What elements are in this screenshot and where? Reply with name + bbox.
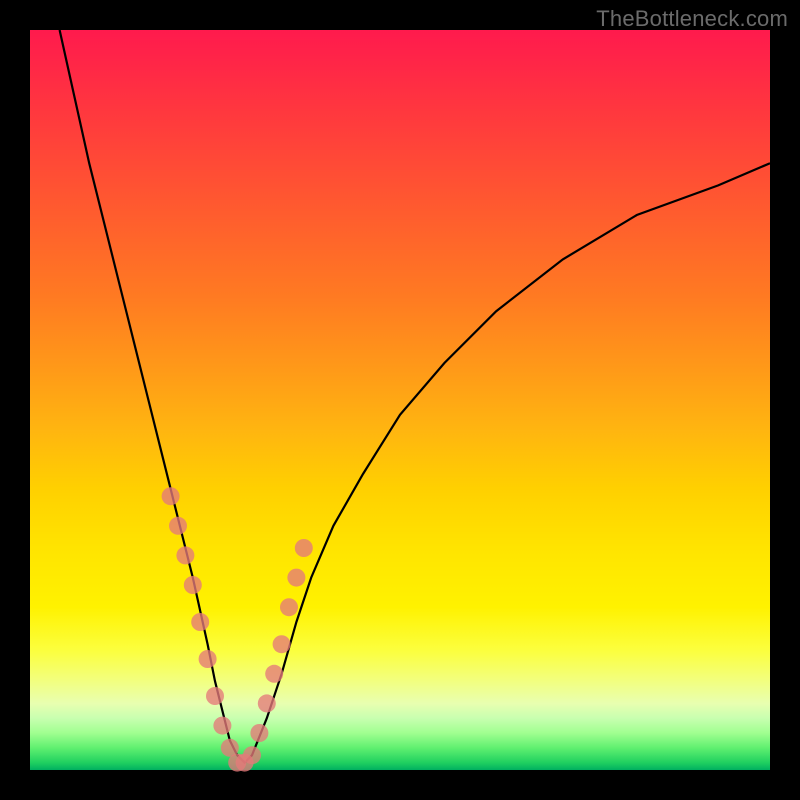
data-marker <box>184 576 202 594</box>
data-marker <box>258 694 276 712</box>
data-marker <box>199 650 217 668</box>
data-marker <box>295 539 313 557</box>
bottleneck-curve <box>60 30 770 763</box>
data-marker <box>287 569 305 587</box>
marker-group <box>162 487 313 771</box>
data-marker <box>213 717 231 735</box>
plot-area <box>30 30 770 770</box>
data-marker <box>243 746 261 764</box>
data-marker <box>169 517 187 535</box>
chart-svg <box>30 30 770 770</box>
chart-frame: TheBottleneck.com <box>0 0 800 800</box>
data-marker <box>265 665 283 683</box>
data-marker <box>176 546 194 564</box>
data-marker <box>191 613 209 631</box>
data-marker <box>280 598 298 616</box>
data-marker <box>206 687 224 705</box>
data-marker <box>250 724 268 742</box>
data-marker <box>273 635 291 653</box>
data-marker <box>162 487 180 505</box>
watermark-text: TheBottleneck.com <box>596 6 788 32</box>
